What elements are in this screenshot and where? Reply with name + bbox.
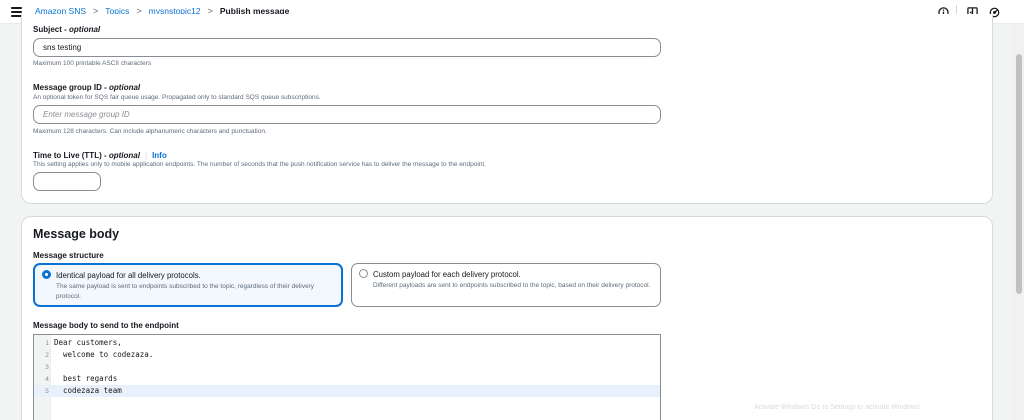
editor-line[interactable]: 4 best regards [34,373,660,385]
message-group-id-label: Message group ID - optional [33,83,141,92]
custom-payload-option[interactable]: Custom payload for each delivery protoco… [351,263,661,307]
radio-unselected-icon[interactable] [359,269,368,278]
message-group-id-hint: Maximum 128 characters. Can include alph… [33,128,267,135]
editor-line[interactable]: 1 Dear customers, [34,337,660,349]
message-group-id-description: An optional token for SQS fair queue usa… [33,94,321,101]
page-scrollbar[interactable] [1014,24,1024,420]
line-text: welcome to codezaza. [54,350,154,359]
line-text: codezaza team [54,386,122,395]
message-body-editor-label: Message body to send to the endpoint [33,321,179,330]
identical-payload-option[interactable]: Identical payload for all delivery proto… [33,263,343,307]
message-structure-label: Message structure [33,251,104,260]
subject-label: Subject - optional [33,25,101,34]
line-number: 3 [45,363,49,371]
line-number: 5 [45,387,49,395]
scrollbar-thumb[interactable] [1016,54,1022,294]
line-number: 1 [45,339,49,347]
editor-line-active[interactable]: 5 codezaza team [34,385,660,397]
ttl-input[interactable] [33,172,101,191]
option-description: The same payload is sent to endpoints su… [56,283,314,300]
editor-line[interactable]: 2 welcome to codezaza. [34,349,660,361]
message-body-editor[interactable]: 1 Dear customers, 2 welcome to codezaza.… [33,334,661,420]
activate-windows-watermark: Activate Windows Go to Settings to activ… [754,404,922,411]
subject-input[interactable] [33,38,661,57]
editor-line[interactable]: 3 [34,361,660,373]
line-number: 2 [45,351,49,359]
message-group-id-input[interactable] [33,105,661,124]
ttl-info-link[interactable]: Info [152,151,167,160]
subject-hint: Maximum 100 printable ASCII characters [33,60,152,67]
line-text: best regards [54,374,118,383]
radio-selected-icon[interactable] [42,270,51,279]
option-description: Different payloads are sent to endpoints… [373,282,651,289]
ttl-label: Time to Live (TTL) - optional | Info [33,151,167,160]
ttl-description: This setting applies only to mobile appl… [33,161,486,168]
message-body-heading: Message body [33,227,120,241]
line-number: 4 [45,375,49,383]
option-title: Custom payload for each delivery protoco… [373,270,521,279]
line-text: Dear customers, [54,338,122,347]
option-title: Identical payload for all delivery proto… [56,271,201,280]
